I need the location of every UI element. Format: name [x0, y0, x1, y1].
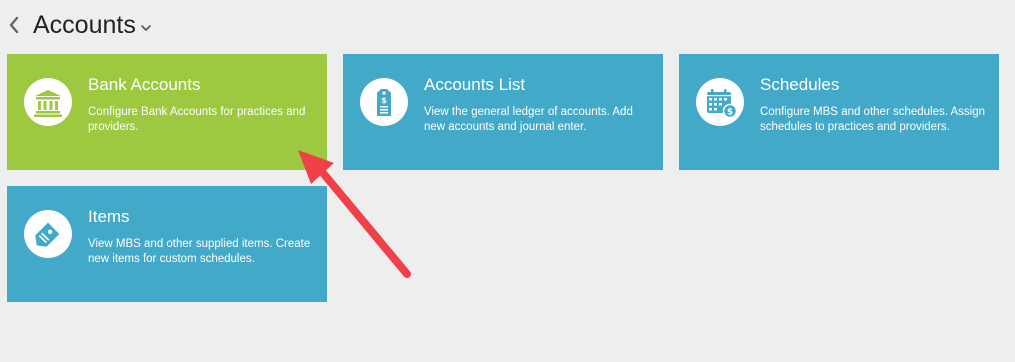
tile-title: Accounts List [424, 75, 526, 94]
tile-title: Schedules [760, 75, 840, 94]
chevron-down-icon [141, 25, 151, 31]
title-dropdown-toggle[interactable] [140, 20, 152, 31]
page-header: Accounts [0, 0, 1015, 50]
tile-items[interactable]: Items View MBS and other supplied items.… [7, 186, 327, 302]
price-tag-icon [24, 210, 72, 258]
tile-schedules[interactable]: $ Schedules Configure MBS and other sche… [679, 54, 999, 170]
tile-description: Configure Bank Accounts for practices an… [88, 106, 306, 133]
chevron-left-icon [9, 16, 19, 34]
tile-title: Bank Accounts [88, 75, 201, 94]
svg-text:$: $ [381, 96, 387, 105]
tile-bank-accounts[interactable]: Bank Accounts Configure Bank Accounts fo… [7, 54, 327, 170]
tile-description: View the general ledger of accounts. Add… [424, 106, 633, 133]
page-title: Accounts [33, 11, 136, 39]
tile-title: Items [88, 207, 130, 226]
svg-text:$: $ [727, 108, 733, 118]
tile-description: View MBS and other supplied items. Creat… [88, 238, 311, 265]
tile-description: Configure MBS and other schedules. Assig… [760, 106, 986, 133]
ledger-tag-icon: $ [360, 78, 408, 126]
tile-accounts-list[interactable]: $ Accounts List View the general ledger … [343, 54, 663, 170]
bank-icon [24, 78, 72, 126]
calendar-money-icon: $ [696, 78, 744, 126]
back-button[interactable] [6, 14, 22, 36]
